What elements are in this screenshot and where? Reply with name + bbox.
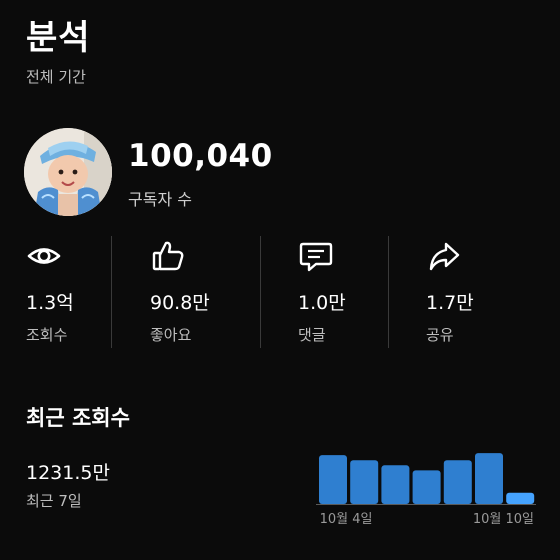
recent-views-value: 1231.5만 <box>26 462 110 484</box>
stat-views-label: 조회수 <box>26 326 68 344</box>
chart-bar[interactable] <box>381 465 410 504</box>
chart-tick-label: 10월 4일 <box>320 512 373 527</box>
chart-bar[interactable] <box>412 470 441 504</box>
comment-icon <box>298 238 334 274</box>
chart-tick-label: 10월 10일 <box>473 512 534 527</box>
stat-shares-label: 공유 <box>426 326 454 344</box>
stat-likes-label: 좋아요 <box>150 326 192 344</box>
chart-bar[interactable] <box>350 460 379 504</box>
stat-comments[interactable]: 1.0만 댓글 <box>298 234 378 352</box>
chart-bar[interactable] <box>443 460 472 504</box>
chart-bar[interactable] <box>475 453 503 504</box>
stat-divider <box>111 236 112 348</box>
page-title: 분석 <box>26 18 91 58</box>
thumbs-up-icon <box>150 238 186 274</box>
eye-icon <box>26 238 62 274</box>
subscriber-label: 구독자 수 <box>128 190 192 209</box>
chart-bar[interactable] <box>506 492 535 504</box>
stat-likes[interactable]: 90.8만 좋아요 <box>150 234 250 352</box>
chart-bar[interactable] <box>319 455 347 504</box>
stat-shares[interactable]: 1.7만 공유 <box>426 234 516 352</box>
stat-views-value: 1.3억 <box>26 292 74 314</box>
stat-divider <box>388 236 389 348</box>
subscriber-count: 100,040 <box>128 138 273 174</box>
recent-views-chart[interactable]: 10월 4일 10월 10일 <box>314 444 540 540</box>
stat-shares-value: 1.7만 <box>426 292 474 314</box>
stat-comments-value: 1.0만 <box>298 292 346 314</box>
recent-views-title: 최근 조회수 <box>26 406 130 430</box>
period-selector[interactable]: 전체 기간 <box>26 66 86 87</box>
stat-comments-label: 댓글 <box>298 326 326 344</box>
stat-likes-value: 90.8만 <box>150 292 210 314</box>
stat-divider <box>260 236 261 348</box>
stat-views[interactable]: 1.3억 조회수 <box>26 234 106 352</box>
channel-avatar[interactable] <box>24 128 112 216</box>
recent-views-period: 최근 7일 <box>26 492 82 510</box>
share-icon <box>426 238 462 274</box>
